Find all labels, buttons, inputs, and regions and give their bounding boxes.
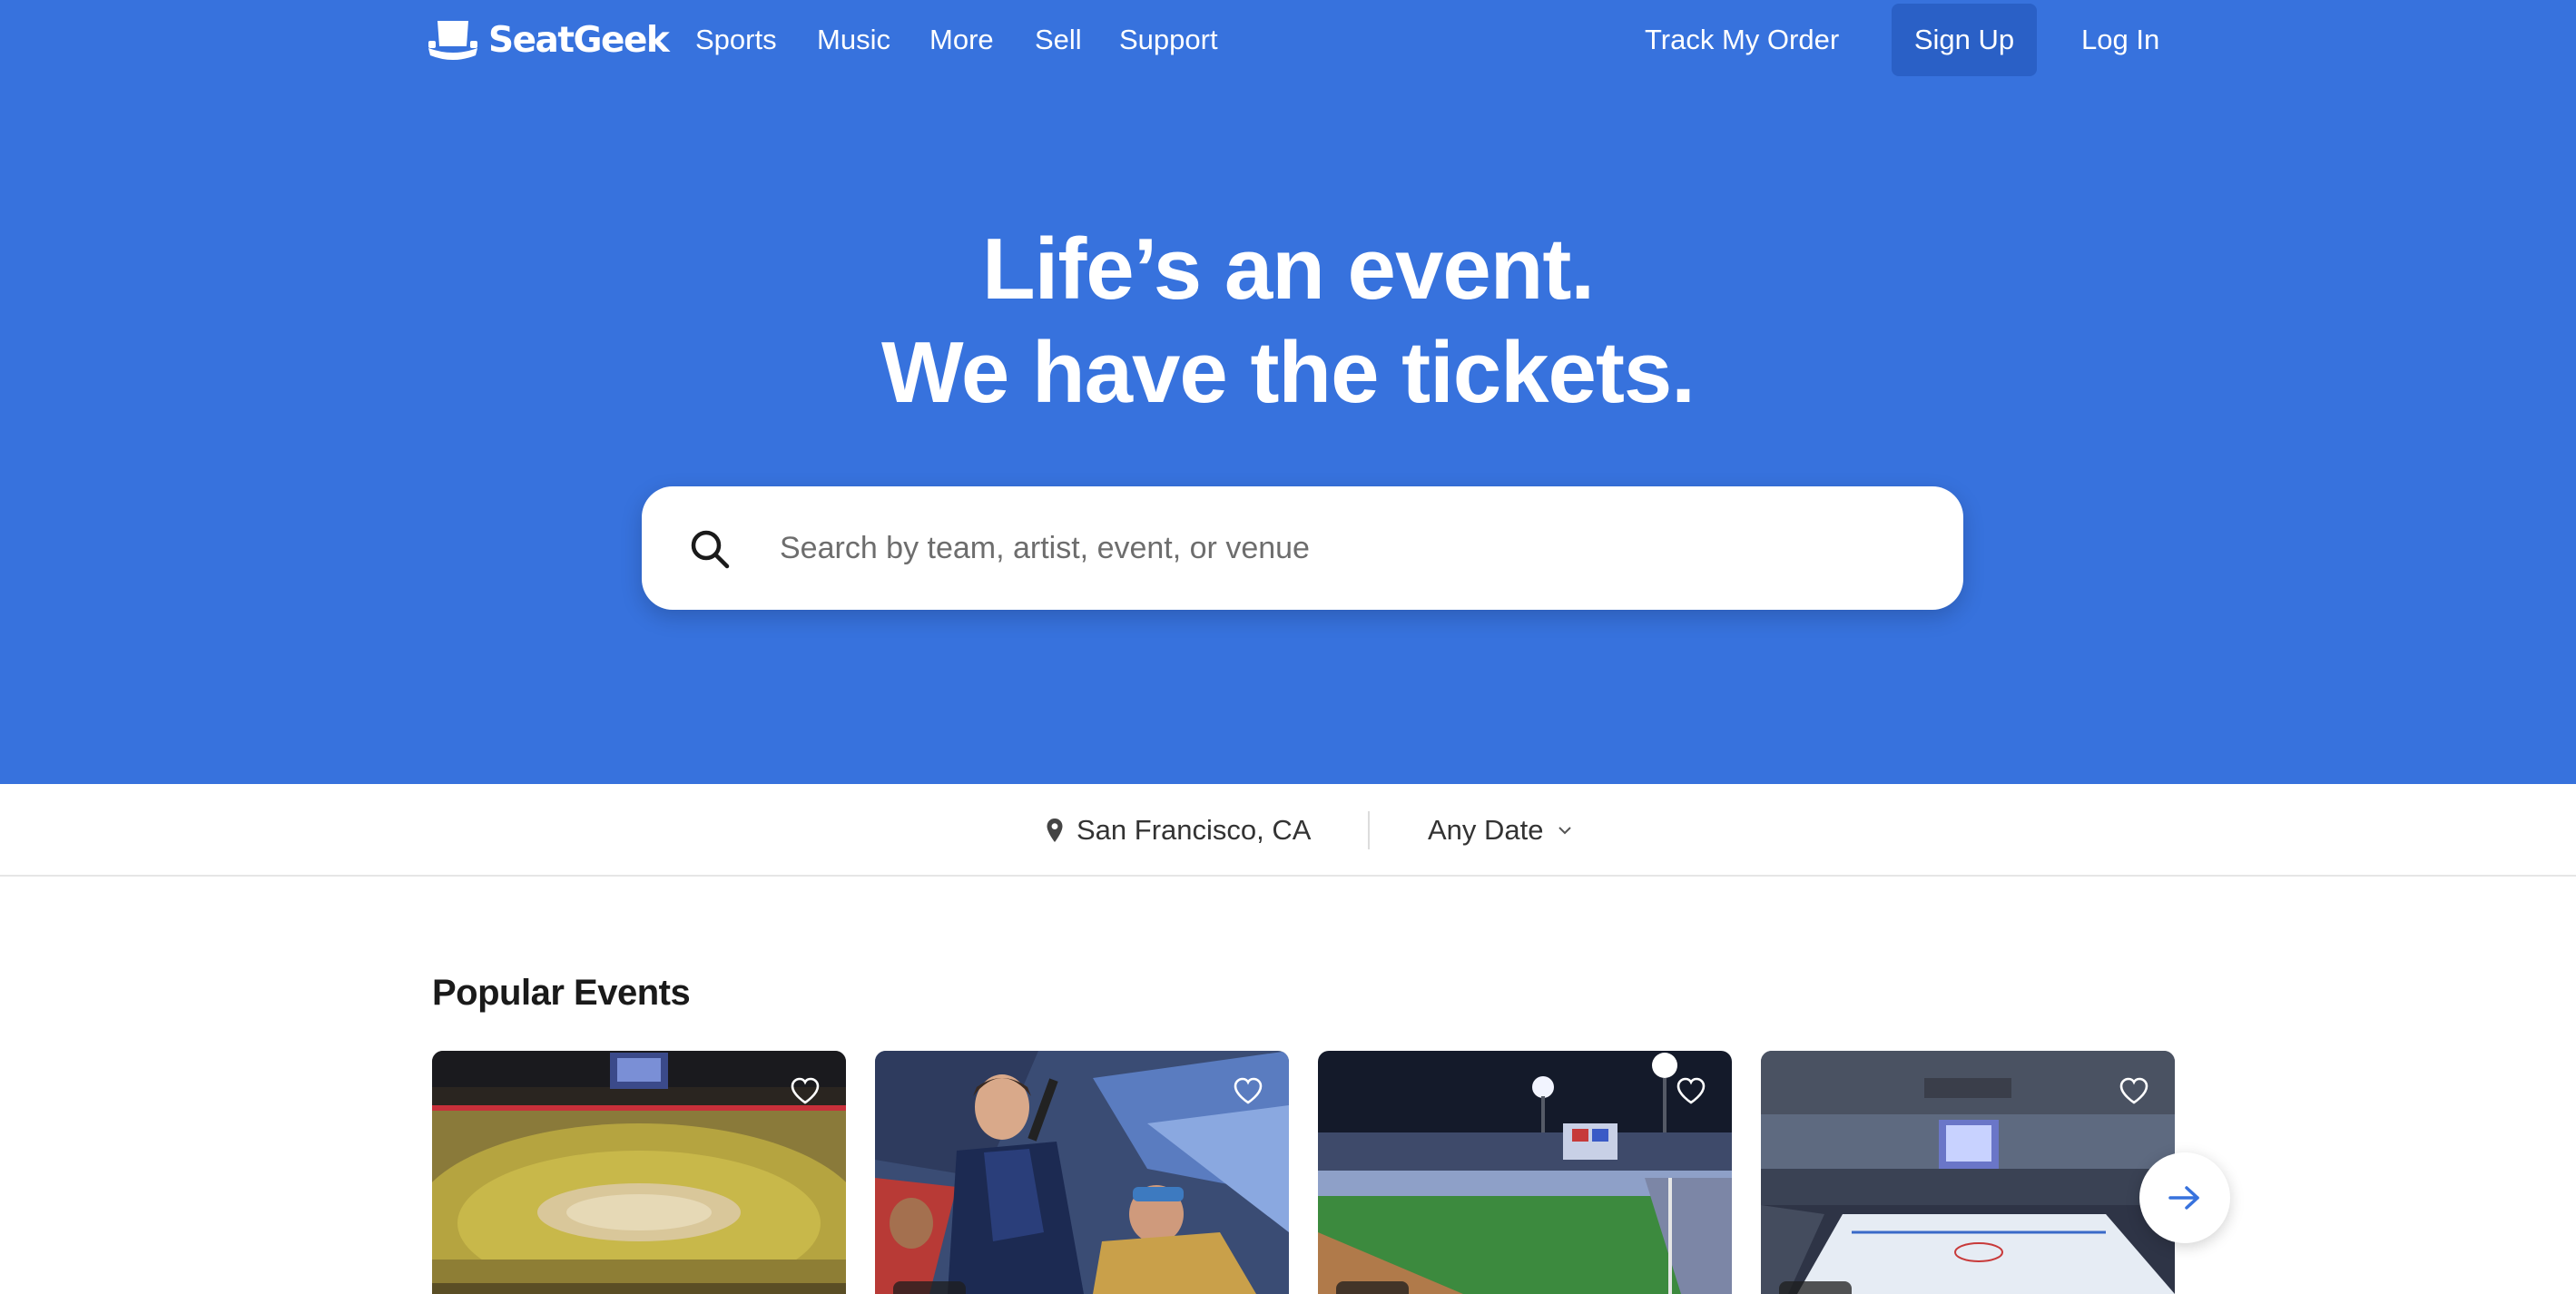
event-card[interactable] [1318,1051,1732,1294]
search-input[interactable] [780,512,1923,584]
nav-music[interactable]: Music [817,20,890,60]
search-bar[interactable] [642,486,1963,610]
nav-sports[interactable]: Sports [695,20,777,60]
logo-hat-icon [428,21,477,60]
hero-section: SeatGeek Sports Music More Sell Support … [0,0,2576,784]
event-image [875,1051,1289,1294]
sign-up-button[interactable]: Sign Up [1892,4,2037,76]
date-filter[interactable]: Any Date [1428,809,1573,851]
filter-bar: San Francisco, CA Any Date [0,784,2576,877]
event-card[interactable] [875,1051,1289,1294]
headline-line-1: Life’s an event. [982,221,1595,318]
event-card[interactable] [432,1051,846,1294]
log-in-link[interactable]: Log In [2081,20,2159,60]
heart-icon[interactable] [790,1076,821,1105]
event-image [1761,1051,2175,1294]
chevron-down-icon [1558,827,1571,835]
popular-events-title: Popular Events [432,973,691,1013]
headline-line-2: We have the tickets. [881,324,1696,421]
heart-icon[interactable] [2119,1076,2149,1105]
heart-icon[interactable] [1676,1076,1706,1105]
nav-support[interactable]: Support [1119,20,1218,60]
event-tag [893,1281,966,1294]
location-filter[interactable]: San Francisco, CA [1046,809,1311,851]
event-tag [1779,1281,1852,1294]
logo[interactable]: SeatGeek [425,15,670,65]
event-card[interactable] [1761,1051,2175,1294]
search-icon [691,530,730,569]
event-tag [1336,1281,1409,1294]
location-label: San Francisco, CA [1077,814,1312,846]
nav-sell[interactable]: Sell [1035,20,1082,60]
track-order-link[interactable]: Track My Order [1645,20,1839,60]
event-image [1318,1051,1732,1294]
location-pin-icon [1047,819,1063,842]
heart-icon[interactable] [1233,1076,1263,1105]
nav-more[interactable]: More [929,20,994,60]
hero-headline: Life’s an event. We have the tickets. [0,218,2576,425]
arrow-right-icon [2168,1186,2199,1210]
carousel-next-button[interactable] [2139,1152,2230,1243]
date-label: Any Date [1428,814,1544,846]
top-nav: SeatGeek Sports Music More Sell Support … [0,0,2576,80]
filter-divider [1368,811,1370,849]
event-image [432,1051,846,1294]
logo-text: SeatGeek [488,19,670,61]
